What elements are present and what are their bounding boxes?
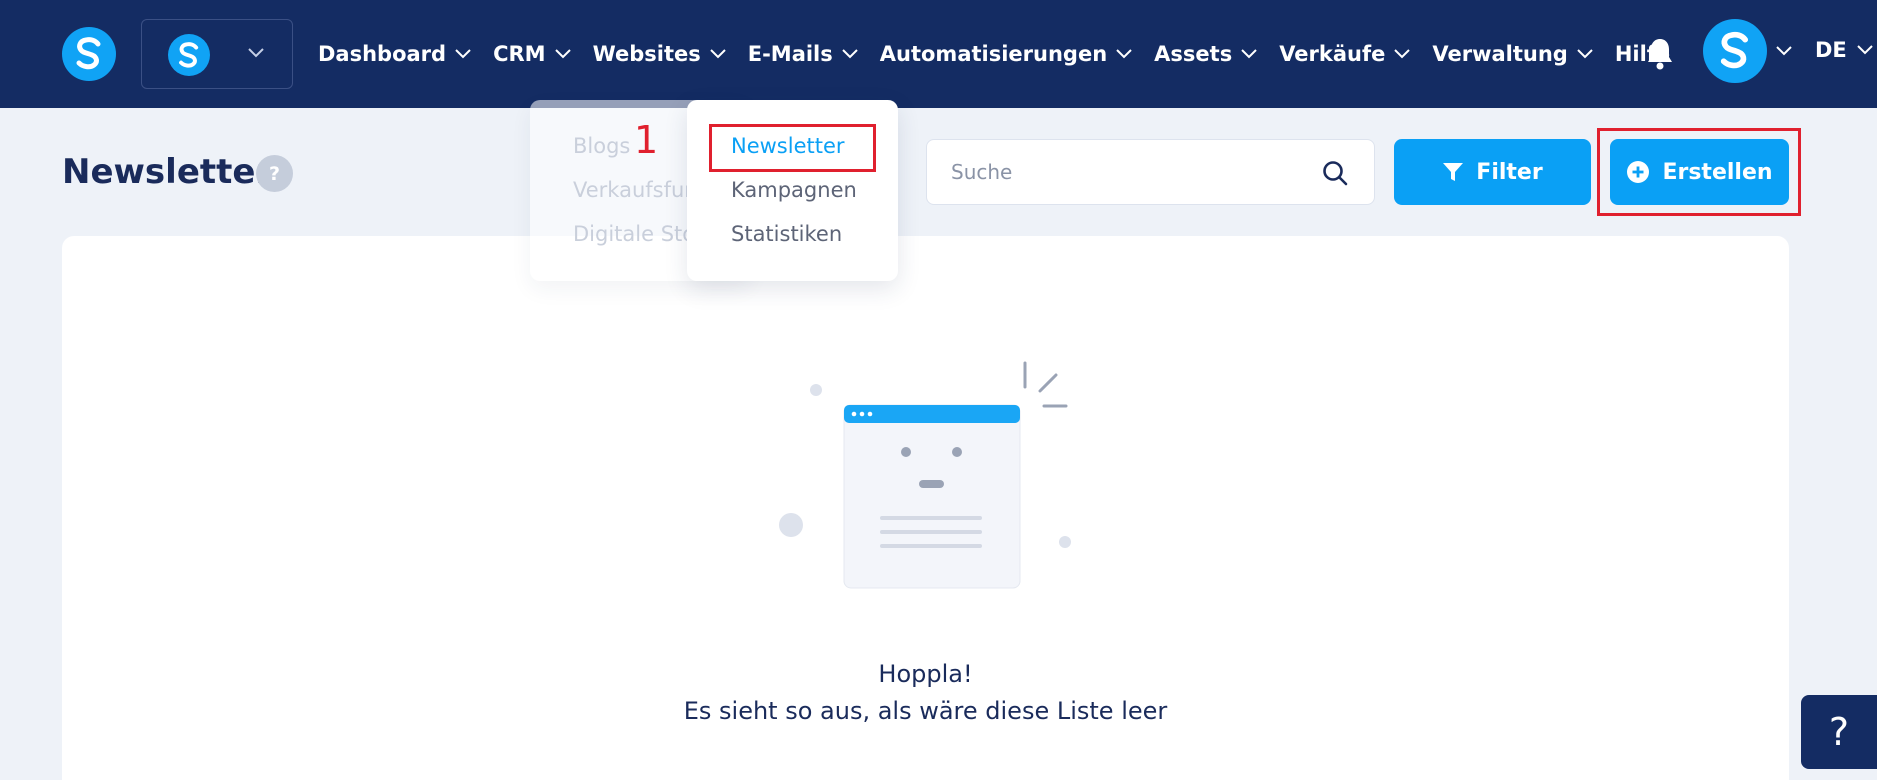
help-icon[interactable]: ? (256, 155, 293, 192)
nav-label: Dashboard (318, 42, 447, 66)
chevron-down-icon[interactable] (1776, 46, 1792, 56)
highlight-create-box (1597, 128, 1801, 216)
empty-state-title: Hoppla! (878, 660, 973, 688)
bell-icon[interactable] (1645, 36, 1675, 70)
chevron-down-icon (1116, 49, 1132, 59)
nav-label: E-Mails (747, 42, 833, 66)
chevron-down-icon (1241, 49, 1257, 59)
nav-label: CRM (493, 42, 546, 66)
chevron-down-icon (248, 48, 264, 58)
top-navigation-bar: Dashboard CRM Websites E-Mails Automatis… (0, 0, 1877, 108)
chevron-down-icon (455, 49, 471, 59)
chevron-down-icon (1857, 45, 1873, 55)
filter-icon (1443, 163, 1464, 181)
chevron-down-icon (710, 49, 726, 59)
nav-item-automatisierungen[interactable]: Automatisierungen (880, 42, 1132, 66)
nav-item-websites[interactable]: Websites (593, 42, 726, 66)
nav-label: Automatisierungen (879, 42, 1108, 66)
chevron-down-icon (1394, 49, 1411, 59)
highlight-newsletter-box (709, 124, 876, 172)
chevron-down-icon (842, 49, 858, 59)
annotation-marker-1: 1 (634, 118, 659, 162)
menu-item-kampagnen[interactable]: Kampagnen (731, 178, 857, 202)
nav-item-crm[interactable]: CRM (493, 42, 571, 66)
nav-label: Verkäufe (1279, 42, 1386, 66)
nav-label: Websites (592, 42, 701, 66)
chevron-down-icon (1577, 49, 1593, 59)
menu-item-statistiken[interactable]: Statistiken (731, 222, 842, 246)
account-switcher[interactable] (141, 19, 293, 89)
avatar-icon[interactable] (1703, 19, 1767, 83)
filter-label: Filter (1476, 159, 1543, 185)
filter-button[interactable]: Filter (1394, 139, 1591, 205)
empty-state-subtitle: Es sieht so aus, als wäre diese Liste le… (683, 697, 1168, 725)
logo-icon[interactable] (62, 27, 116, 81)
empty-list-illustration-icon (779, 361, 1071, 589)
search-icon[interactable] (1321, 159, 1349, 187)
language-label: DE (1815, 38, 1847, 62)
nav-item-verwaltung[interactable]: Verwaltung (1432, 42, 1593, 66)
nav-label: Assets (1154, 42, 1233, 66)
nav-item-verkaeufe[interactable]: Verkäufe (1279, 42, 1411, 66)
search-input[interactable] (951, 140, 1311, 204)
language-switcher[interactable]: DE (1815, 38, 1873, 62)
nav-label: Verwaltung (1432, 42, 1568, 66)
search-box (926, 139, 1375, 205)
page-title: Newsletter (62, 152, 273, 192)
nav-item-assets[interactable]: Assets (1154, 42, 1257, 66)
nav-item-dashboard[interactable]: Dashboard (318, 42, 471, 66)
help-chat-button[interactable]: ? (1801, 695, 1877, 769)
account-logo-icon (168, 34, 210, 76)
nav-item-emails[interactable]: E-Mails (748, 42, 858, 66)
main-nav: Dashboard CRM Websites E-Mails Automatis… (318, 0, 1692, 108)
chevron-down-icon (554, 49, 571, 59)
